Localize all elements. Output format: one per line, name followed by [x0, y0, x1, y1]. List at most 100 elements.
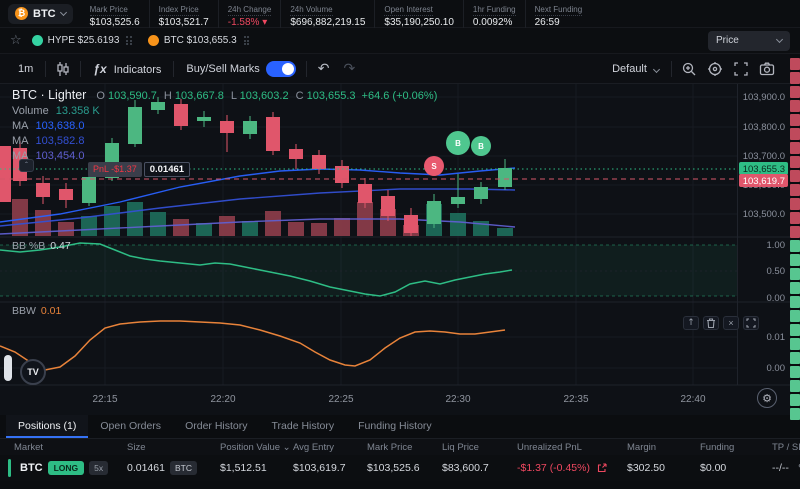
mark-price-cell: $103,525.6	[367, 462, 442, 474]
buy-sell-marks-label: Buy/Sell Marks	[178, 63, 259, 75]
redo-button[interactable]: ↷	[337, 61, 363, 77]
svg-text:1.00: 1.00	[767, 240, 786, 251]
svg-text:103,619.7: 103,619.7	[743, 176, 785, 187]
stat-label: Index Price	[159, 5, 199, 16]
svg-text:22:20: 22:20	[210, 394, 235, 405]
column-header-tp-sl[interactable]: TP / SL	[772, 442, 800, 453]
drag-grip-icon[interactable]	[126, 36, 132, 45]
stat-value: 0.0092%	[473, 17, 516, 28]
symbol-selector[interactable]: ₿ BTC	[8, 4, 73, 24]
stat-label: Next Funding	[535, 5, 583, 16]
svg-text:22:15: 22:15	[92, 394, 117, 405]
svg-text:103,500.0: 103,500.0	[743, 209, 785, 220]
settings-gear-icon[interactable]	[702, 59, 728, 79]
tab-funding-history[interactable]: Funding History	[346, 415, 444, 438]
undo-button[interactable]: ↶	[311, 61, 337, 77]
side-badge: LONG	[48, 461, 85, 475]
size-cell: 0.01461 BTC	[127, 461, 220, 475]
top-stats-bar: ₿ BTC Mark Price$103,525.6 Index Price $10…	[0, 0, 800, 28]
position-row: BTC LONG 5x 0.01461 BTC $1,512.51 $103,6…	[0, 455, 800, 481]
tpsl-cell: --/-- ✎	[772, 462, 800, 474]
buy-sell-marks-toggle[interactable]	[266, 61, 296, 77]
funding-cell: $0.00	[700, 462, 772, 474]
stat-open-interest: Open Interest$35,190,250.10	[374, 0, 463, 28]
timezone-settings-gear[interactable]: ⚙	[757, 388, 777, 408]
legend-collapse-button[interactable]: ˆ	[19, 159, 34, 172]
indicators-button[interactable]: ƒx Indicators	[85, 62, 169, 76]
zoom-in-icon[interactable]	[676, 59, 702, 79]
watchlist-item-text: BTC $103,655.3	[164, 35, 237, 46]
stat-label: Mark Price	[90, 5, 128, 16]
chart-region: SBB103,900.0103,800.0103,700.0103,600.01…	[0, 84, 790, 415]
tab-order-history[interactable]: Order History	[173, 415, 259, 438]
column-header-unrealized-pnl[interactable]: Unrealized PnL	[517, 442, 627, 453]
pnl-label: PnL -$1.37	[88, 162, 142, 177]
maximize-pane-button[interactable]	[743, 316, 759, 330]
column-header-market[interactable]: Market	[14, 442, 127, 453]
watchlist-items: HYPE $25.6193 BTC $103,655.3	[32, 35, 250, 46]
unrealized-pnl-cell: -$1.37 (-0.45%)	[517, 462, 627, 474]
stat-value: 26:59	[535, 17, 583, 28]
svg-text:S: S	[431, 162, 437, 171]
stat-1hr-funding: 1hr Funding0.0092%	[463, 0, 525, 28]
column-header-funding[interactable]: Funding	[700, 442, 772, 453]
indicator-pane-controls: ↑ ×	[683, 316, 759, 330]
stat-mark-price: Mark Price$103,525.6	[81, 0, 149, 28]
svg-text:103,655.3: 103,655.3	[743, 164, 785, 175]
drag-grip-icon[interactable]	[244, 36, 250, 45]
stat-24h-change: 24h Change-1.58% ▾	[218, 0, 281, 28]
column-header-mark-price[interactable]: Mark Price	[367, 442, 442, 453]
favorites-star-icon[interactable]: ☆	[10, 33, 22, 48]
candle-style-icon[interactable]	[50, 59, 76, 79]
stat-value: $103,525.6	[90, 17, 140, 28]
long-side-bar	[8, 459, 11, 477]
column-header-position-value[interactable]: Position Value ⌄	[220, 442, 293, 453]
interval-button[interactable]: 1m	[10, 63, 41, 75]
btc-coin-icon: ₿	[15, 7, 28, 20]
svg-text:22:30: 22:30	[445, 394, 470, 405]
column-header-margin[interactable]: Margin	[627, 442, 700, 453]
watchlist-item-text: HYPE $25.6193	[48, 35, 120, 46]
move-pane-up-button[interactable]: ↑	[683, 316, 699, 330]
tab-positions-1-[interactable]: Positions (1)	[6, 415, 88, 438]
share-pnl-icon[interactable]	[597, 463, 607, 473]
position-pnl-tooltip: PnL -$1.37 0.01461	[88, 162, 190, 177]
column-header-avg-entry[interactable]: Avg Entry	[293, 442, 367, 453]
tab-open-orders[interactable]: Open Orders	[88, 415, 173, 438]
symbol-label: BTC	[33, 8, 56, 20]
delete-indicator-button[interactable]	[703, 316, 719, 330]
tradingview-logo[interactable]: TV	[20, 359, 46, 385]
stat-value: $35,190,250.10	[384, 17, 454, 28]
svg-text:0.00: 0.00	[767, 293, 786, 304]
chevron-down-icon	[776, 35, 783, 42]
orderbook-depth-strip	[790, 56, 800, 415]
position-size-label: 0.01461	[144, 162, 190, 177]
column-header-size[interactable]: Size	[127, 442, 220, 453]
stat-24h-volume: 24h Volume$696,882,219.15	[280, 0, 374, 28]
watchlist-bar: ☆ HYPE $25.6193 BTC $103,655.3 Price	[0, 28, 800, 54]
column-header-liq-price[interactable]: Liq Price	[442, 442, 517, 453]
svg-text:103,700.0: 103,700.0	[743, 151, 785, 162]
watchlist-item-hype[interactable]: HYPE $25.6193	[32, 35, 132, 46]
svg-text:0.00: 0.00	[767, 363, 786, 374]
positions-panel: Positions (1)Open OrdersOrder HistoryTra…	[0, 415, 800, 489]
btc-token-icon	[148, 35, 159, 46]
liq-price-cell: $83,600.7	[442, 462, 517, 474]
camera-snapshot-icon[interactable]	[754, 59, 780, 79]
layout-preset-selector[interactable]: Default	[604, 63, 667, 75]
tab-trade-history[interactable]: Trade History	[260, 415, 347, 438]
watchlist-item-btc[interactable]: BTC $103,655.3	[148, 35, 249, 46]
stat-value: $696,882,219.15	[290, 17, 365, 28]
price-mode-selector[interactable]: Price	[708, 31, 790, 51]
svg-text:103,800.0: 103,800.0	[743, 122, 785, 133]
fullscreen-icon[interactable]	[728, 59, 754, 79]
svg-text:B: B	[478, 142, 484, 151]
position-value-cell: $1,512.51	[220, 462, 293, 474]
drawing-toolbar-handle[interactable]	[4, 355, 12, 381]
market-cell: BTC LONG 5x	[14, 461, 127, 475]
chart-canvas[interactable]: SBB103,900.0103,800.0103,700.0103,600.01…	[0, 84, 790, 415]
stat-value: -1.58% ▾	[228, 17, 272, 28]
chevron-down-icon	[653, 65, 660, 72]
avg-entry-cell: $103,619.7	[293, 462, 367, 474]
close-pane-button[interactable]: ×	[723, 316, 739, 330]
